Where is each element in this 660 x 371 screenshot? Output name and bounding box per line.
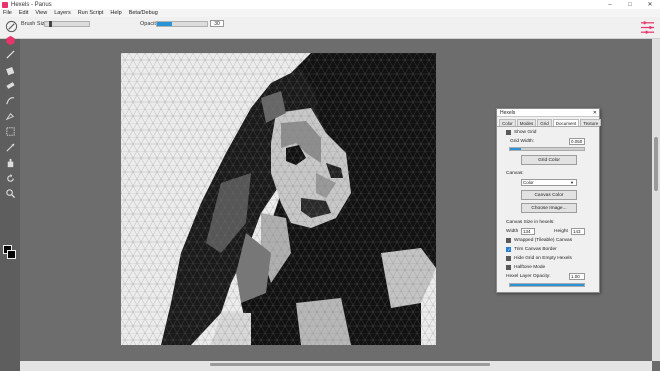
show-grid-checkbox[interactable]	[506, 130, 511, 135]
wrapped-canvas-label: Wrapped (Tileable) Canvas	[514, 238, 573, 243]
trim-border-option[interactable]: Trim Canvas Border	[506, 247, 557, 252]
layer-opacity-label: Hexel Layer Opacity:	[506, 274, 551, 279]
eraser-icon[interactable]	[3, 79, 17, 91]
grid-width-row: Grid Width:	[510, 139, 534, 144]
menu-layers[interactable]: Layers	[54, 10, 71, 16]
height-label: Height	[554, 229, 568, 234]
title-bar: Hexels - Panus – □ ✕	[0, 0, 660, 9]
wrapped-canvas-option[interactable]: Wrapped (Tileable) Canvas	[506, 238, 572, 243]
panel-tabs: Color Modes Grid Document Texture	[497, 117, 602, 127]
vertical-scrollbar[interactable]	[652, 39, 660, 361]
halftone-label: Halftone Mode	[514, 265, 546, 270]
menu-bar: File Edit View Layers Run Script Help Be…	[0, 9, 660, 17]
menu-view[interactable]: View	[35, 10, 47, 16]
canvas-size-label: Canvas Size in hexels:	[506, 220, 555, 225]
window-title: Hexels - Panus	[11, 1, 52, 8]
panel-close-icon[interactable]: ✕	[593, 109, 597, 117]
wrapped-canvas-checkbox[interactable]	[506, 238, 511, 243]
grid-width-slider-fill	[510, 148, 522, 150]
canvas-label: Canvas:	[506, 171, 524, 176]
layer-opacity-input[interactable]: 1.00	[569, 273, 585, 280]
trim-border-label: Trim Canvas Border	[514, 247, 557, 252]
tab-grid[interactable]: Grid	[537, 119, 552, 126]
tab-color[interactable]: Color	[499, 119, 516, 126]
menu-edit[interactable]: Edit	[19, 10, 28, 16]
opacity-value[interactable]: 30	[210, 20, 224, 27]
brush-size-slider[interactable]	[44, 21, 90, 27]
layer-opacity-slider-fill	[510, 284, 584, 286]
grid-color-button[interactable]: Grid Color	[521, 155, 577, 165]
select-lasso-icon[interactable]	[3, 141, 17, 153]
bucket-icon[interactable]	[3, 64, 17, 76]
layer-opacity-slider[interactable]	[509, 283, 585, 287]
brush-settings-icon[interactable]	[5, 20, 18, 33]
maximize-button[interactable]: □	[620, 0, 640, 9]
canvas-color-button[interactable]: Canvas Color	[521, 190, 577, 200]
trim-border-checkbox[interactable]	[506, 247, 511, 252]
width-label: Width	[506, 229, 519, 234]
select-rect-icon[interactable]	[3, 125, 17, 137]
hide-grid-empty-label: Hide Grid on Empty Hexels	[514, 256, 572, 261]
tab-modes[interactable]: Modes	[516, 119, 537, 126]
pan-icon[interactable]	[3, 156, 17, 168]
show-grid-option[interactable]: Show Grid	[506, 130, 536, 135]
document-settings-panel: Hexels ✕ Color Modes Grid Document Textu…	[496, 108, 602, 293]
brush-size-knob[interactable]	[49, 21, 53, 27]
menu-help[interactable]: Help	[110, 10, 121, 16]
show-grid-label: Show Grid	[514, 130, 537, 135]
width-row: Width	[506, 229, 518, 234]
tool-settings-icon[interactable]	[640, 20, 655, 35]
hexel-canvas[interactable]	[121, 53, 436, 345]
height-row: Height	[554, 229, 568, 234]
hide-grid-empty-checkbox[interactable]	[506, 256, 511, 261]
menu-file[interactable]: File	[3, 10, 12, 16]
opacity-slider-fill	[157, 22, 172, 26]
tab-texture[interactable]: Texture	[580, 119, 602, 126]
height-input[interactable]: 143	[571, 228, 585, 235]
canvas-select[interactable]: Color ▼	[521, 179, 577, 186]
select-brush-icon[interactable]	[3, 110, 17, 122]
chevron-down-icon: ▼	[570, 180, 574, 185]
menu-beta-debug[interactable]: Beta/Debug	[129, 10, 158, 16]
zoom-icon[interactable]	[3, 187, 17, 199]
tool-options-bar: Brush Size Opacity 30	[0, 17, 660, 39]
halftone-option[interactable]: Halftone Mode	[506, 265, 545, 270]
background-color-swatch[interactable]	[7, 250, 16, 259]
opacity-slider[interactable]	[156, 21, 208, 27]
rotate-icon[interactable]	[3, 172, 17, 184]
choose-image-button[interactable]: Choose Image...	[521, 203, 577, 213]
panel-title: Hexels	[500, 110, 516, 116]
vertical-scroll-thumb[interactable]	[654, 137, 658, 191]
grid-width-input[interactable]: 0.050	[569, 138, 585, 145]
canvas-select-value: Color	[523, 180, 534, 185]
panel-title-bar[interactable]: Hexels ✕	[497, 109, 599, 117]
horizontal-scrollbar[interactable]	[20, 361, 652, 371]
minimize-button[interactable]: –	[600, 0, 620, 9]
hide-grid-empty-option[interactable]: Hide Grid on Empty Hexels	[506, 256, 572, 261]
app-icon	[2, 1, 8, 8]
tab-document[interactable]: Document	[552, 119, 580, 126]
width-input[interactable]: 134	[521, 228, 535, 235]
tool-palette	[0, 35, 20, 371]
halftone-checkbox[interactable]	[506, 265, 511, 270]
line-icon[interactable]	[3, 48, 17, 60]
portrait-artwork	[121, 53, 436, 345]
horizontal-scroll-thumb[interactable]	[210, 363, 490, 366]
grid-width-slider[interactable]	[509, 147, 585, 151]
hex-fill-icon[interactable]	[3, 34, 17, 46]
menu-run-script[interactable]: Run Script	[78, 10, 104, 16]
grid-width-label: Grid Width:	[510, 139, 534, 144]
close-button[interactable]: ✕	[640, 0, 660, 9]
trace-icon[interactable]	[3, 94, 17, 106]
